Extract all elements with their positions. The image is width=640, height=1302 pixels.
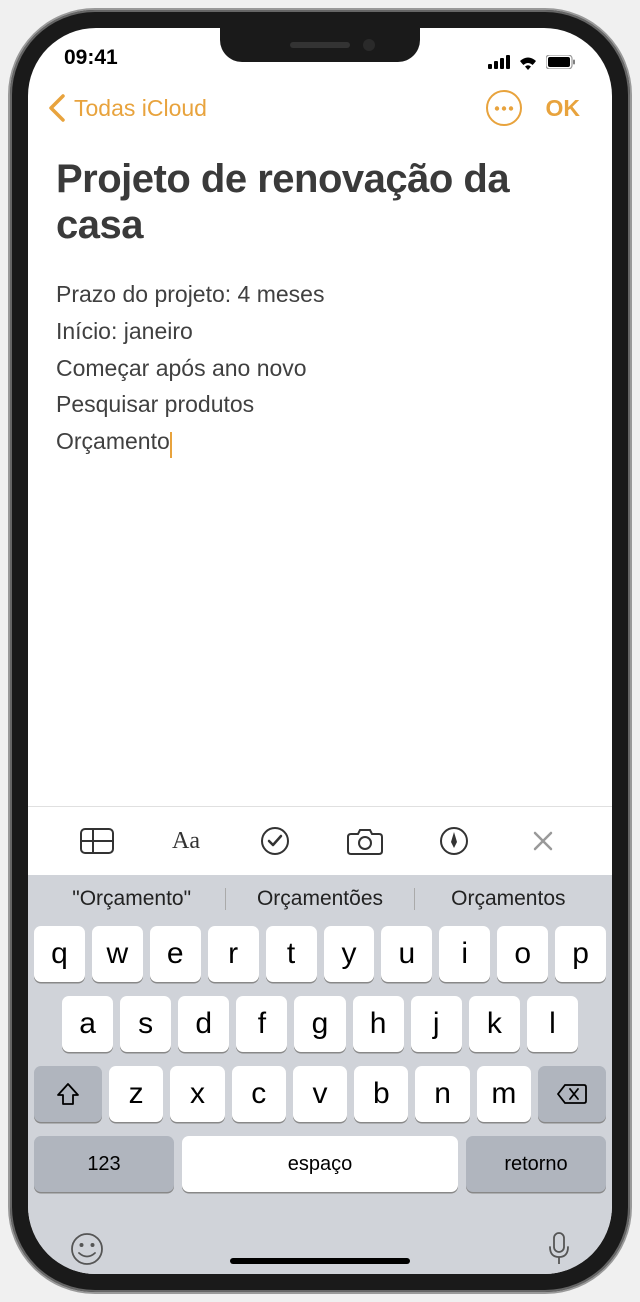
key-i[interactable]: i bbox=[439, 926, 490, 982]
shift-icon bbox=[56, 1082, 80, 1106]
checklist-button[interactable] bbox=[255, 821, 295, 861]
note-line[interactable]: Orçamento bbox=[56, 423, 584, 460]
backspace-icon bbox=[557, 1083, 587, 1105]
ellipsis-icon bbox=[494, 106, 514, 111]
key-x[interactable]: x bbox=[170, 1066, 224, 1122]
close-toolbar-button[interactable] bbox=[523, 821, 563, 861]
key-m[interactable]: m bbox=[477, 1066, 531, 1122]
key-l[interactable]: l bbox=[527, 996, 578, 1052]
markup-button[interactable] bbox=[434, 821, 474, 861]
text-format-icon: Aa bbox=[172, 828, 200, 855]
key-w[interactable]: w bbox=[92, 926, 143, 982]
note-line[interactable]: Começar após ano novo bbox=[56, 350, 584, 387]
table-icon bbox=[80, 828, 114, 854]
key-u[interactable]: u bbox=[381, 926, 432, 982]
checkmark-circle-icon bbox=[260, 826, 290, 856]
close-icon bbox=[532, 830, 554, 852]
key-row-4: 123 espaço retorno bbox=[34, 1136, 606, 1192]
key-b[interactable]: b bbox=[354, 1066, 408, 1122]
note-body[interactable]: Prazo do projeto: 4 meses Início: janeir… bbox=[56, 276, 584, 460]
keyboard: Aa "Orçamento" Orçamentões Orçamentos q … bbox=[28, 806, 612, 1274]
suggestion-bar: "Orçamento" Orçamentões Orçamentos bbox=[28, 875, 612, 921]
backspace-key[interactable] bbox=[538, 1066, 606, 1122]
key-h[interactable]: h bbox=[353, 996, 404, 1052]
camera-icon bbox=[347, 827, 383, 855]
done-button[interactable]: OK bbox=[546, 95, 581, 122]
shift-key[interactable] bbox=[34, 1066, 102, 1122]
cellular-icon bbox=[488, 55, 510, 69]
phone-frame: 09:41 Todas iCloud OK Projeto de renovaç… bbox=[10, 10, 630, 1292]
emoji-icon bbox=[70, 1232, 104, 1266]
key-o[interactable]: o bbox=[497, 926, 548, 982]
keyboard-bottom-row bbox=[28, 1214, 612, 1274]
key-r[interactable]: r bbox=[208, 926, 259, 982]
suggestion[interactable]: Orçamentos bbox=[415, 883, 602, 915]
battery-icon bbox=[546, 55, 576, 69]
key-z[interactable]: z bbox=[109, 1066, 163, 1122]
key-a[interactable]: a bbox=[62, 996, 113, 1052]
text-format-button[interactable]: Aa bbox=[166, 821, 206, 861]
note-line[interactable]: Prazo do projeto: 4 meses bbox=[56, 276, 584, 313]
key-p[interactable]: p bbox=[555, 926, 606, 982]
camera-button[interactable] bbox=[345, 821, 385, 861]
wifi-icon bbox=[517, 54, 539, 70]
key-v[interactable]: v bbox=[293, 1066, 347, 1122]
back-icon[interactable] bbox=[48, 94, 66, 122]
space-key[interactable]: espaço bbox=[182, 1136, 458, 1192]
suggestion[interactable]: "Orçamento" bbox=[38, 883, 225, 915]
key-g[interactable]: g bbox=[294, 996, 345, 1052]
key-row-3: z x c v b n m bbox=[34, 1066, 606, 1122]
nav-bar: Todas iCloud OK bbox=[28, 78, 612, 138]
key-q[interactable]: q bbox=[34, 926, 85, 982]
return-key[interactable]: retorno bbox=[466, 1136, 606, 1192]
key-s[interactable]: s bbox=[120, 996, 171, 1052]
key-t[interactable]: t bbox=[266, 926, 317, 982]
key-d[interactable]: d bbox=[178, 996, 229, 1052]
note-line[interactable]: Início: janeiro bbox=[56, 313, 584, 350]
note-line-text: Orçamento bbox=[56, 428, 170, 454]
key-rows: q w e r t y u i o p a s d f g h bbox=[28, 921, 612, 1214]
key-e[interactable]: e bbox=[150, 926, 201, 982]
table-button[interactable] bbox=[77, 821, 117, 861]
numeric-key[interactable]: 123 bbox=[34, 1136, 174, 1192]
screen: 09:41 Todas iCloud OK Projeto de renovaç… bbox=[28, 28, 612, 1274]
key-row-1: q w e r t y u i o p bbox=[34, 926, 606, 982]
key-k[interactable]: k bbox=[469, 996, 520, 1052]
key-y[interactable]: y bbox=[324, 926, 375, 982]
key-j[interactable]: j bbox=[411, 996, 462, 1052]
home-indicator[interactable] bbox=[230, 1258, 410, 1264]
key-row-2: a s d f g h j k l bbox=[34, 996, 606, 1052]
key-f[interactable]: f bbox=[236, 996, 287, 1052]
speaker bbox=[290, 42, 350, 48]
pen-circle-icon bbox=[439, 826, 469, 856]
text-cursor bbox=[170, 432, 173, 458]
key-c[interactable]: c bbox=[232, 1066, 286, 1122]
status-icons bbox=[488, 46, 576, 78]
dictation-button[interactable] bbox=[548, 1232, 570, 1266]
status-time: 09:41 bbox=[64, 46, 118, 78]
emoji-button[interactable] bbox=[70, 1232, 104, 1266]
note-title[interactable]: Projeto de renovação da casa bbox=[56, 156, 584, 248]
microphone-icon bbox=[548, 1232, 570, 1266]
note-content[interactable]: Projeto de renovação da casa Prazo do pr… bbox=[28, 138, 612, 806]
note-line[interactable]: Pesquisar produtos bbox=[56, 386, 584, 423]
key-n[interactable]: n bbox=[415, 1066, 469, 1122]
formatting-toolbar: Aa bbox=[28, 806, 612, 875]
more-button[interactable] bbox=[486, 90, 522, 126]
suggestion[interactable]: Orçamentões bbox=[226, 883, 413, 915]
back-button[interactable]: Todas iCloud bbox=[74, 95, 478, 122]
front-camera bbox=[363, 39, 375, 51]
notch bbox=[220, 28, 420, 62]
